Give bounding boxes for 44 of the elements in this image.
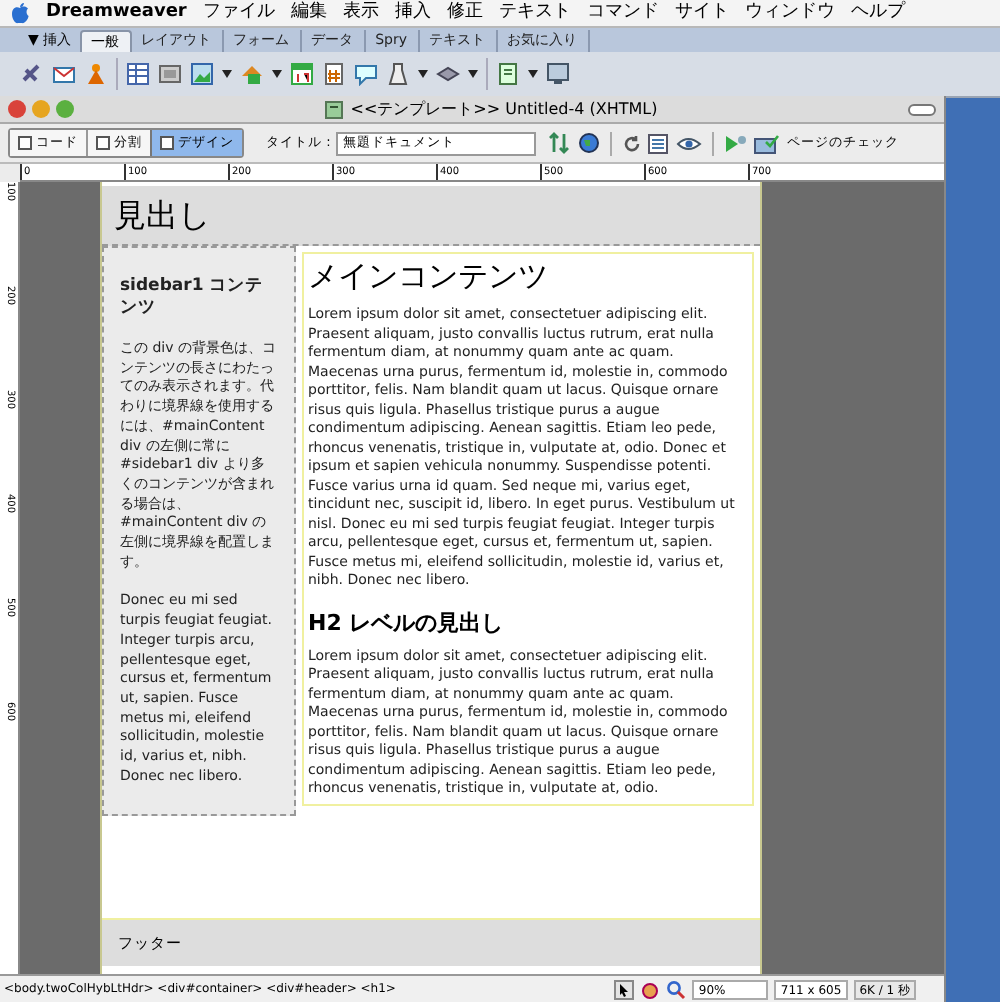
- menu-item[interactable]: ウィンドウ: [744, 0, 835, 27]
- menu-item[interactable]: 表示: [342, 0, 379, 27]
- table-icon[interactable]: [126, 62, 150, 86]
- close-button[interactable]: [8, 100, 26, 118]
- menu-item[interactable]: ヘルプ: [850, 0, 905, 27]
- hash-icon[interactable]: [322, 62, 346, 86]
- checklist-icon[interactable]: [754, 133, 781, 153]
- sidebar-heading: sidebar1 コンテンツ: [120, 276, 266, 320]
- figure-icon[interactable]: [84, 62, 108, 86]
- zoom-icon[interactable]: [666, 979, 687, 999]
- list-icon[interactable]: [648, 133, 671, 153]
- toolbar-toggle-button[interactable]: [908, 103, 936, 115]
- menu-item[interactable]: コマンド: [586, 0, 659, 27]
- pointer-icon[interactable]: [614, 979, 635, 999]
- page-header: 見出し: [102, 186, 760, 246]
- eye-icon[interactable]: [676, 133, 703, 153]
- apple-menu-icon[interactable]: [10, 2, 30, 24]
- window-title: <<テンプレート>> Untitled-4 (XHTML): [350, 97, 658, 121]
- sort-arrows-icon[interactable]: [548, 132, 573, 154]
- speech-bubble-icon[interactable]: [354, 62, 378, 86]
- menu-item[interactable]: ファイル: [202, 0, 275, 27]
- caret-icon[interactable]: [528, 70, 538, 78]
- menu-item[interactable]: 挿入: [394, 0, 431, 27]
- envelope-icon[interactable]: [52, 62, 76, 86]
- menu-item[interactable]: 修正: [446, 0, 483, 27]
- app-name[interactable]: Dreamweaver: [46, 0, 187, 27]
- flask-icon[interactable]: [386, 62, 410, 86]
- caret-icon[interactable]: [418, 70, 428, 78]
- subheading: H2 レベルの見出し: [308, 607, 506, 637]
- caret-icon[interactable]: [222, 70, 232, 78]
- window-icon[interactable]: [158, 62, 182, 86]
- menu-item[interactable]: テキスト: [498, 0, 571, 27]
- globe-icon[interactable]: [578, 132, 601, 154]
- calendar-icon[interactable]: [290, 62, 314, 86]
- main-heading: メインコンテンツ: [308, 256, 550, 296]
- caret-icon[interactable]: [468, 70, 478, 78]
- image-icon[interactable]: [190, 62, 214, 86]
- monitor-icon[interactable]: [546, 62, 570, 86]
- menu-item[interactable]: 編集: [290, 0, 327, 27]
- menu-item[interactable]: サイト: [674, 0, 729, 27]
- document-icon: [324, 99, 345, 119]
- caret-icon[interactable]: [272, 70, 282, 78]
- refresh-icon[interactable]: [622, 133, 643, 153]
- page-icon[interactable]: [496, 62, 520, 86]
